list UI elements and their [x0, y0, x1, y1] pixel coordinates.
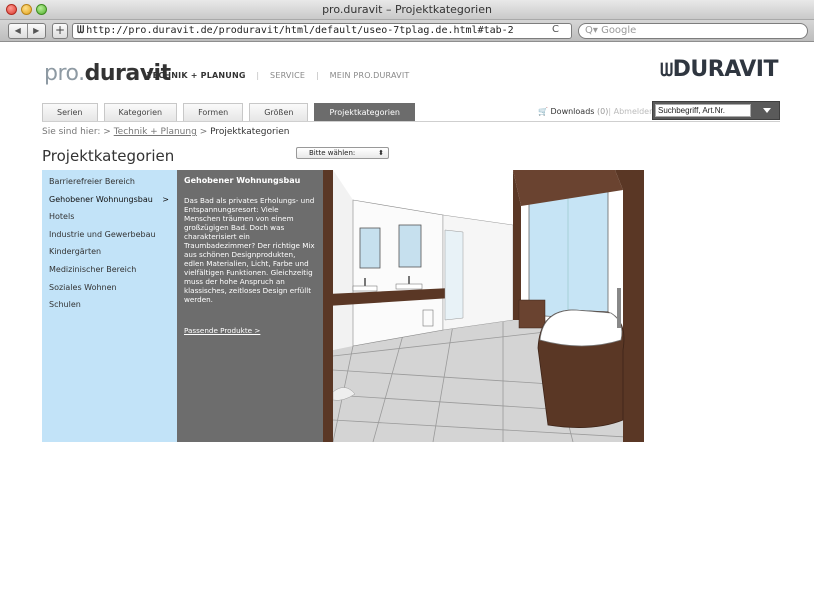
tab-projektkategorien[interactable]: Projektkategorien: [314, 103, 416, 121]
chevron-right-icon: >: [162, 194, 169, 204]
category-item[interactable]: Industrie und Gewerbebau: [42, 227, 177, 245]
category-list: Barrierefreier Bereich Gehobener Wohnung…: [42, 170, 177, 442]
address-bar[interactable]: ᗯ http://pro.duravit.de/produravit/html/d…: [72, 23, 572, 39]
side-cabinet: [518, 299, 546, 329]
description-text: Das Bad als privates Erholungs- und Ents…: [184, 196, 315, 304]
brand-name: DURAVIT: [672, 57, 779, 82]
search-dropdown-icon[interactable]: [763, 108, 771, 113]
breadcrumb: Sie sind hier: > Technik + Planung > Pro…: [42, 127, 289, 137]
matching-products-link[interactable]: Passende Produkte >: [184, 326, 316, 335]
nav-service[interactable]: SERVICE: [270, 71, 305, 80]
category-item[interactable]: Kindergärten: [42, 244, 177, 262]
breadcrumb-separator: >: [103, 127, 111, 137]
browser-toolbar: ◀ ▶ + ᗯ http://pro.duravit.de/produravit/…: [0, 20, 814, 42]
mirror-right: [398, 224, 422, 268]
tab-kategorien[interactable]: Kategorien: [103, 103, 178, 121]
category-item-active[interactable]: Gehobener Wohnungsbau >: [42, 192, 177, 210]
shower-glass: [444, 229, 464, 321]
forward-button[interactable]: ▶: [28, 24, 46, 38]
description-title: Gehobener Wohnungsbau: [184, 176, 301, 185]
tab-divider: [42, 121, 780, 122]
category-item[interactable]: Hotels: [42, 209, 177, 227]
nav-mein-produravit[interactable]: MEIN PRO.DURAVIT: [330, 71, 410, 80]
back-button[interactable]: ◀: [9, 24, 28, 38]
category-description-panel: Gehobener Wohnungsbau Das Bad als privat…: [177, 170, 323, 442]
category-item[interactable]: Medizinischer Bereich: [42, 262, 177, 280]
nav-separator: |: [256, 71, 260, 80]
tab-serien[interactable]: Serien: [42, 103, 98, 121]
site-favicon-icon: ᗯ: [77, 25, 85, 36]
wood-panel-edge: [323, 170, 333, 442]
breadcrumb-link-technik-planung[interactable]: Technik + Planung: [114, 127, 197, 137]
search-input[interactable]: [655, 104, 751, 117]
tab-formen[interactable]: Formen: [183, 103, 244, 121]
category-item[interactable]: Soziales Wohnen: [42, 280, 177, 298]
downloads-area: 🛒 Downloads (0)| Abmelden: [538, 107, 655, 116]
left-wall: [333, 170, 353, 350]
category-item[interactable]: Barrierefreier Bereich: [42, 174, 177, 192]
add-bookmark-button[interactable]: +: [52, 23, 68, 39]
site-search: [652, 101, 780, 120]
breadcrumb-current: Projektkategorien: [210, 127, 290, 137]
tab-groessen[interactable]: Größen: [249, 103, 309, 121]
reload-button[interactable]: C: [552, 24, 559, 35]
washbasin-left: [352, 285, 378, 292]
browser-search-field[interactable]: Q▾ Google: [578, 23, 808, 39]
cart-icon: 🛒: [538, 107, 548, 116]
bathroom-illustration: [333, 170, 644, 442]
page-title: Projektkategorien: [42, 147, 175, 165]
title-bar: pro.duravit – Projektkategorien: [0, 0, 814, 20]
browser-window: pro.duravit – Projektkategorien ◀ ▶ + ᗯh…: [0, 0, 814, 598]
nav-separator: |: [315, 71, 319, 80]
category-item[interactable]: Schulen: [42, 297, 177, 315]
breadcrumb-separator: >: [199, 127, 208, 137]
tab-bar: Serien Kategorien Formen Größen Projektk…: [42, 103, 416, 121]
duravit-mark-icon: ᗯ: [660, 60, 673, 81]
category-label: Gehobener Wohnungsbau: [49, 194, 153, 204]
duravit-brand-logo[interactable]: ᗯDURAVIT: [660, 57, 778, 82]
mirror-left: [359, 227, 381, 269]
category-select[interactable]: Bitte wählen: ⬍: [296, 147, 389, 159]
bathroom-scene-svg: [333, 170, 644, 442]
select-value: Bitte wählen:: [309, 149, 356, 157]
downloads-link[interactable]: Downloads: [551, 107, 595, 116]
url-text: http://pro.duravit.de/produravit/html/de…: [86, 25, 514, 36]
top-navigation: TECHNIK + PLANUNG | SERVICE | MEIN PRO.D…: [147, 71, 417, 80]
nav-technik-planung[interactable]: TECHNIK + PLANUNG: [147, 71, 246, 80]
nav-buttons: ◀ ▶: [8, 23, 46, 39]
web-page: pro.duravit TECHNIK + PLANUNG | SERVICE …: [0, 43, 814, 598]
downloads-count: (0): [597, 107, 609, 116]
select-arrow-icon: ⬍: [378, 149, 384, 157]
washbasin-right: [395, 283, 423, 290]
breadcrumb-prefix: Sie sind hier:: [42, 127, 101, 137]
logo-prefix: pro.: [44, 61, 85, 86]
logout-link[interactable]: Abmelden: [614, 107, 655, 116]
vanity-wall: [352, 199, 444, 347]
tub-faucet: [617, 288, 621, 328]
window-title: pro.duravit – Projektkategorien: [322, 3, 492, 16]
